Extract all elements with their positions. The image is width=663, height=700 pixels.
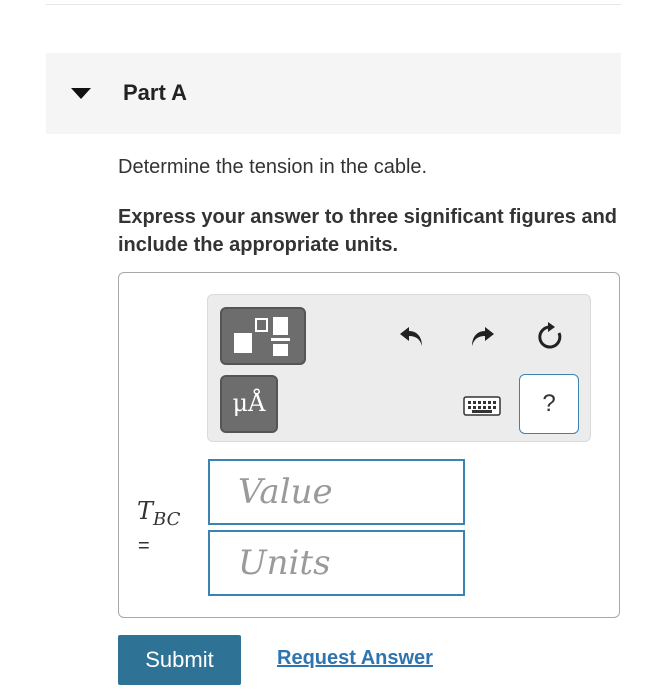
math-toolbar: μÅ ?	[207, 294, 591, 442]
variable-label: TBC	[137, 497, 180, 530]
reset-icon[interactable]	[533, 319, 567, 353]
equals-sign: =	[138, 535, 150, 557]
units-button-label: μÅ	[232, 389, 266, 417]
part-header[interactable]: Part A	[46, 53, 621, 134]
caret-down-icon[interactable]	[71, 88, 91, 100]
templates-button[interactable]	[220, 307, 306, 365]
part-title: Part A	[123, 80, 187, 105]
redo-icon[interactable]	[464, 319, 498, 353]
question-prompt: Determine the tension in the cable.	[118, 156, 428, 178]
answer-box: μÅ ? TBC =	[118, 272, 620, 618]
keyboard-icon[interactable]	[462, 391, 502, 421]
top-divider	[46, 4, 621, 5]
submit-button[interactable]: Submit	[118, 635, 241, 685]
variable-subscript: BC	[153, 508, 181, 530]
units-button[interactable]: μÅ	[220, 375, 278, 433]
answer-instruction: Express your answer to three significant…	[118, 206, 618, 256]
templates-icon	[234, 317, 290, 356]
units-input[interactable]	[208, 530, 465, 596]
value-input[interactable]	[208, 459, 465, 525]
variable-symbol: T	[137, 497, 154, 525]
help-button[interactable]: ?	[519, 374, 579, 434]
undo-icon[interactable]	[396, 319, 430, 353]
request-answer-link[interactable]: Request Answer	[277, 647, 433, 670]
